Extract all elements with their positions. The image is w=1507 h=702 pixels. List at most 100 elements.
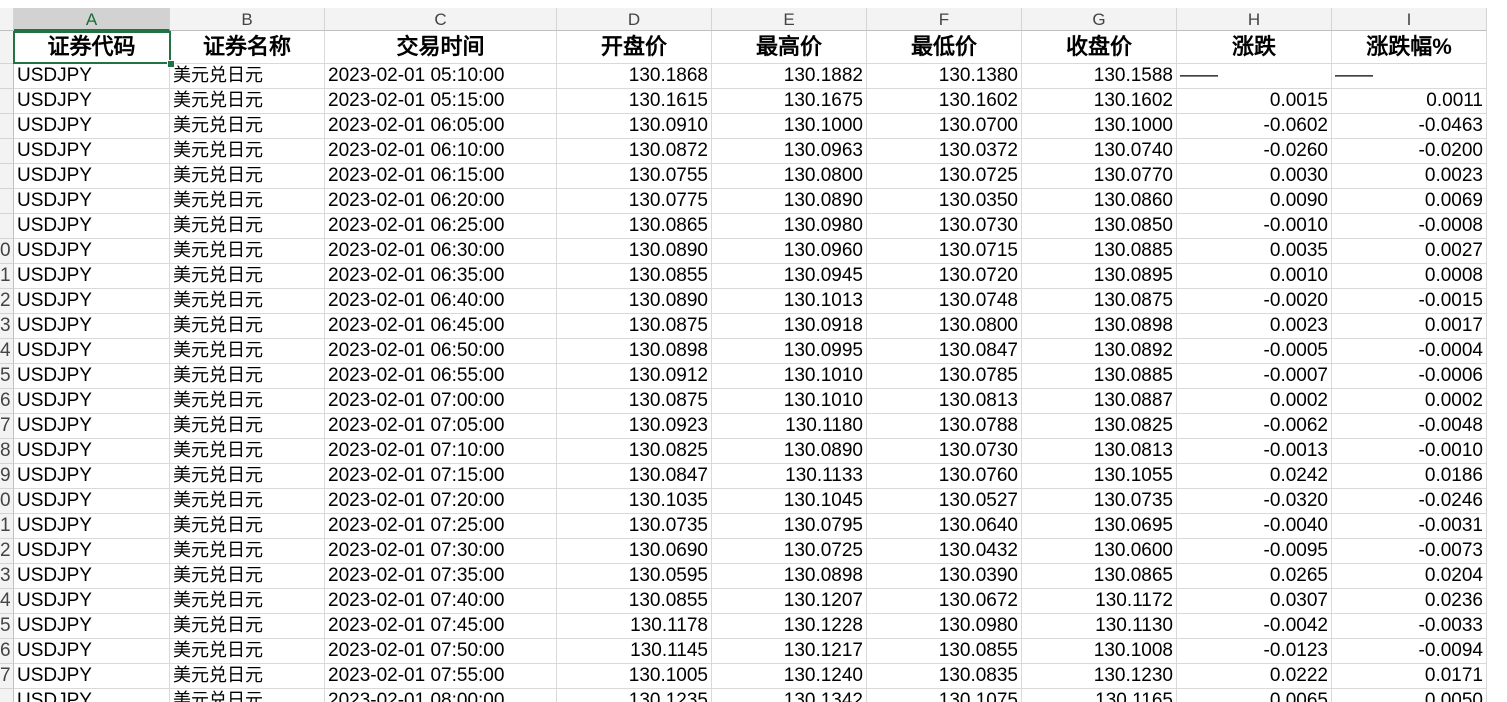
table-cell[interactable]: —— bbox=[1332, 64, 1487, 89]
row-header[interactable]: 0 bbox=[0, 239, 14, 264]
table-cell[interactable]: 130.0690 bbox=[557, 539, 712, 564]
row-header[interactable]: 5 bbox=[0, 614, 14, 639]
table-cell[interactable]: 130.0813 bbox=[1022, 439, 1177, 464]
table-cell[interactable]: -0.0013 bbox=[1177, 439, 1332, 464]
table-cell[interactable]: 130.0850 bbox=[1022, 214, 1177, 239]
table-cell[interactable]: 130.0730 bbox=[867, 439, 1022, 464]
table-cell[interactable]: 130.0892 bbox=[1022, 339, 1177, 364]
table-cell[interactable]: 130.1010 bbox=[712, 389, 867, 414]
table-cell[interactable]: 130.0855 bbox=[557, 264, 712, 289]
table-cell[interactable]: 130.1008 bbox=[1022, 639, 1177, 664]
table-cell[interactable]: 130.0527 bbox=[867, 489, 1022, 514]
table-cell[interactable]: -0.0010 bbox=[1177, 214, 1332, 239]
table-cell[interactable]: 2023-02-01 07:20:00 bbox=[325, 489, 557, 514]
table-cell[interactable]: USDJPY bbox=[14, 489, 170, 514]
table-cell[interactable]: 130.0695 bbox=[1022, 514, 1177, 539]
table-cell[interactable]: 130.1013 bbox=[712, 289, 867, 314]
header-cell-a[interactable]: 证券代码 bbox=[14, 31, 170, 64]
table-cell[interactable]: -0.0015 bbox=[1332, 289, 1487, 314]
table-cell[interactable]: 130.0923 bbox=[557, 414, 712, 439]
table-cell[interactable]: 美元兑日元 bbox=[170, 64, 325, 89]
table-cell[interactable]: USDJPY bbox=[14, 89, 170, 114]
table-cell[interactable]: 2023-02-01 07:05:00 bbox=[325, 414, 557, 439]
table-cell[interactable]: USDJPY bbox=[14, 589, 170, 614]
table-cell[interactable]: USDJPY bbox=[14, 414, 170, 439]
row-header[interactable]: 4 bbox=[0, 339, 14, 364]
table-cell[interactable]: 130.1882 bbox=[712, 64, 867, 89]
table-cell[interactable]: 130.0600 bbox=[1022, 539, 1177, 564]
table-cell[interactable]: 130.0748 bbox=[867, 289, 1022, 314]
table-cell[interactable]: 130.1045 bbox=[712, 489, 867, 514]
table-cell[interactable]: 美元兑日元 bbox=[170, 339, 325, 364]
table-cell[interactable]: USDJPY bbox=[14, 539, 170, 564]
table-cell[interactable]: 0.0171 bbox=[1332, 664, 1487, 689]
row-header[interactable] bbox=[0, 139, 14, 164]
table-cell[interactable]: 美元兑日元 bbox=[170, 239, 325, 264]
header-cell-b[interactable]: 证券名称 bbox=[170, 31, 325, 64]
column-header-h[interactable]: H bbox=[1177, 8, 1332, 31]
table-cell[interactable]: 美元兑日元 bbox=[170, 464, 325, 489]
table-cell[interactable]: -0.0020 bbox=[1177, 289, 1332, 314]
table-cell[interactable]: 2023-02-01 07:45:00 bbox=[325, 614, 557, 639]
table-cell[interactable]: 130.0785 bbox=[867, 364, 1022, 389]
row-header[interactable]: 8 bbox=[0, 439, 14, 464]
table-cell[interactable]: 130.0788 bbox=[867, 414, 1022, 439]
table-cell[interactable]: 130.1000 bbox=[712, 114, 867, 139]
table-cell[interactable]: 130.0860 bbox=[1022, 189, 1177, 214]
table-cell[interactable]: USDJPY bbox=[14, 639, 170, 664]
table-cell[interactable]: 130.0350 bbox=[867, 189, 1022, 214]
column-header-g[interactable]: G bbox=[1022, 8, 1177, 31]
table-cell[interactable]: 130.0715 bbox=[867, 239, 1022, 264]
table-cell[interactable]: 2023-02-01 05:15:00 bbox=[325, 89, 557, 114]
spreadsheet-grid[interactable]: A B C D E F G H I 证券代码 证券名称 交易时间 开盘价 最高价 最低价 收盘价 涨跌 涨跌幅% U… bbox=[0, 0, 1507, 702]
table-cell[interactable]: 130.0795 bbox=[712, 514, 867, 539]
table-cell[interactable]: 130.0898 bbox=[712, 564, 867, 589]
table-cell[interactable]: 130.1000 bbox=[1022, 114, 1177, 139]
table-cell[interactable]: 130.0800 bbox=[712, 164, 867, 189]
table-cell[interactable]: 美元兑日元 bbox=[170, 639, 325, 664]
table-cell[interactable]: 130.0875 bbox=[557, 389, 712, 414]
table-cell[interactable]: 130.0855 bbox=[557, 589, 712, 614]
table-cell[interactable]: -0.0040 bbox=[1177, 514, 1332, 539]
table-cell[interactable]: 美元兑日元 bbox=[170, 689, 325, 702]
table-cell[interactable]: 130.0730 bbox=[867, 214, 1022, 239]
table-cell[interactable]: 130.0847 bbox=[867, 339, 1022, 364]
header-cell-i[interactable]: 涨跌幅% bbox=[1332, 31, 1487, 64]
column-header-e[interactable]: E bbox=[712, 8, 867, 31]
table-cell[interactable]: 2023-02-01 06:05:00 bbox=[325, 114, 557, 139]
table-cell[interactable]: 130.1240 bbox=[712, 664, 867, 689]
header-cell-d[interactable]: 开盘价 bbox=[557, 31, 712, 64]
table-cell[interactable]: -0.0006 bbox=[1332, 364, 1487, 389]
row-header[interactable]: 2 bbox=[0, 539, 14, 564]
table-cell[interactable]: 130.1145 bbox=[557, 639, 712, 664]
row-header[interactable] bbox=[0, 689, 14, 702]
row-header[interactable]: 5 bbox=[0, 364, 14, 389]
table-cell[interactable]: 0.0236 bbox=[1332, 589, 1487, 614]
table-cell[interactable]: 130.0980 bbox=[867, 614, 1022, 639]
table-cell[interactable]: 0.0307 bbox=[1177, 589, 1332, 614]
table-cell[interactable]: 130.1217 bbox=[712, 639, 867, 664]
table-cell[interactable]: 130.0895 bbox=[1022, 264, 1177, 289]
table-cell[interactable]: 130.1180 bbox=[712, 414, 867, 439]
table-cell[interactable]: USDJPY bbox=[14, 289, 170, 314]
row-header[interactable] bbox=[0, 214, 14, 239]
table-cell[interactable]: 0.0002 bbox=[1332, 389, 1487, 414]
table-cell[interactable]: 130.0432 bbox=[867, 539, 1022, 564]
table-cell[interactable]: 130.1615 bbox=[557, 89, 712, 114]
table-cell[interactable]: 美元兑日元 bbox=[170, 264, 325, 289]
table-cell[interactable]: 130.0755 bbox=[557, 164, 712, 189]
table-cell[interactable]: USDJPY bbox=[14, 239, 170, 264]
table-cell[interactable]: -0.0200 bbox=[1332, 139, 1487, 164]
table-cell[interactable]: 130.0890 bbox=[557, 239, 712, 264]
table-cell[interactable]: 2023-02-01 07:30:00 bbox=[325, 539, 557, 564]
table-cell[interactable]: -0.0246 bbox=[1332, 489, 1487, 514]
table-cell[interactable]: 130.0885 bbox=[1022, 239, 1177, 264]
table-cell[interactable]: 美元兑日元 bbox=[170, 414, 325, 439]
table-cell[interactable]: 130.0725 bbox=[867, 164, 1022, 189]
table-cell[interactable]: USDJPY bbox=[14, 189, 170, 214]
row-header[interactable] bbox=[0, 64, 14, 89]
table-cell[interactable]: -0.0004 bbox=[1332, 339, 1487, 364]
table-cell[interactable]: 2023-02-01 06:20:00 bbox=[325, 189, 557, 214]
table-cell[interactable]: 美元兑日元 bbox=[170, 89, 325, 114]
table-cell[interactable]: 2023-02-01 07:25:00 bbox=[325, 514, 557, 539]
